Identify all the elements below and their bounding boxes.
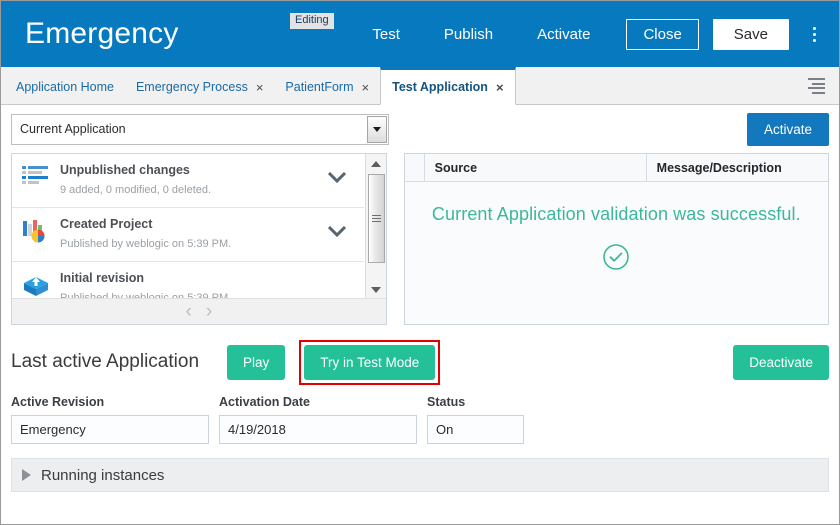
last-active-section: Last active Application Play Try in Test… — [1, 325, 839, 385]
pager-next-icon[interactable]: › — [206, 302, 212, 321]
panels-row: Unpublished changes 9 added, 0 modified,… — [1, 153, 839, 325]
list-item-title: Unpublished changes — [60, 163, 190, 177]
running-instances-label: Running instances — [41, 466, 165, 484]
tab-test-application[interactable]: Test Application × — [380, 67, 516, 105]
play-button-wrap: Play — [227, 344, 286, 380]
header-link-activate[interactable]: Activate — [537, 26, 590, 43]
list-item[interactable]: Unpublished changes 9 added, 0 modified,… — [12, 154, 364, 208]
activate-button[interactable]: Activate — [746, 112, 829, 146]
field-label: Active Revision — [11, 395, 105, 409]
try-in-test-mode-highlight: Try in Test Mode — [299, 339, 441, 385]
validation-panel: Source Message/Description Current Appli… — [403, 153, 829, 325]
tab-label: Application Home — [16, 80, 114, 94]
validation-message: Current Application validation was succe… — [431, 204, 801, 224]
app-header: Emergency Editing Test Publish Activate … — [1, 1, 839, 67]
validation-body: Current Application validation was succe… — [405, 182, 828, 271]
field-active-revision: Active Revision — [11, 395, 209, 444]
status-badge-editing: Editing — [290, 13, 334, 29]
tab-label: Emergency Process — [135, 80, 248, 94]
application-select[interactable]: Current Application — [11, 113, 389, 145]
revisions-panel: Unpublished changes 9 added, 0 modified,… — [11, 153, 387, 325]
active-revision-input[interactable] — [11, 415, 209, 444]
revisions-pager: ‹ › — [12, 298, 386, 324]
field-activation-date: Activation Date — [219, 395, 417, 444]
page-title: Emergency — [25, 17, 179, 50]
fields-row: Active Revision Activation Date Status — [1, 385, 839, 444]
scroll-up-arrow-icon[interactable] — [365, 154, 386, 173]
close-icon[interactable]: × — [362, 81, 370, 94]
triangle-right-icon — [22, 469, 31, 481]
revisions-scrollbar[interactable] — [364, 154, 386, 299]
tab-list-menu-icon[interactable] — [805, 78, 825, 94]
application-window: Emergency Editing Test Publish Activate … — [0, 0, 840, 525]
running-instances-accordion[interactable]: Running instances — [11, 458, 829, 492]
field-label: Activation Date — [219, 395, 310, 409]
list-item-subtitle: 9 added, 0 modified, 0 deleted. — [60, 184, 212, 196]
header-link-publish[interactable]: Publish — [444, 26, 493, 43]
chevron-down-icon[interactable] — [367, 115, 387, 143]
status-input[interactable] — [427, 415, 524, 444]
activation-date-input[interactable] — [219, 415, 417, 444]
tab-emergency-process[interactable]: Emergency Process × — [125, 67, 274, 104]
column-header-blank — [405, 154, 425, 182]
list-lines-icon — [22, 162, 58, 192]
column-header-source: Source — [425, 154, 647, 182]
kebab-menu-icon[interactable] — [805, 23, 823, 45]
chevron-down-icon[interactable] — [327, 172, 346, 183]
try-in-test-mode-button[interactable]: Try in Test Mode — [304, 344, 436, 380]
header-link-test[interactable]: Test — [372, 26, 400, 43]
play-button[interactable]: Play — [227, 344, 286, 380]
pager-prev-icon[interactable]: ‹ — [186, 302, 192, 321]
scroll-down-arrow-icon[interactable] — [365, 280, 386, 299]
close-button[interactable]: Close — [626, 18, 699, 50]
list-item-text: Created Project Published by weblogic on… — [58, 216, 354, 252]
check-circle-icon — [405, 243, 828, 271]
chevron-down-icon[interactable] — [327, 226, 346, 237]
validation-table-header: Source Message/Description — [404, 154, 828, 182]
list-item-text: Unpublished changes 9 added, 0 modified,… — [58, 162, 354, 198]
toolbar: Current Application Activate — [1, 105, 839, 153]
tab-label: Test Application — [392, 80, 488, 94]
list-item-title: Initial revision — [60, 271, 145, 285]
list-item[interactable]: Created Project Published by weblogic on… — [12, 208, 364, 262]
field-status: Status — [427, 395, 524, 444]
application-select-value: Current Application — [20, 122, 126, 136]
save-button[interactable]: Save — [712, 18, 789, 50]
list-item-title: Created Project — [60, 217, 153, 231]
close-icon[interactable]: × — [256, 81, 264, 94]
deactivate-button[interactable]: Deactivate — [733, 344, 829, 380]
last-active-title: Last active Application — [11, 351, 200, 372]
column-header-message: Message/Description — [656, 160, 782, 175]
chart-icon — [22, 216, 58, 248]
field-label: Status — [427, 395, 466, 409]
list-item-subtitle: Published by weblogic on 5:39 PM. — [60, 238, 232, 250]
close-icon[interactable]: × — [496, 81, 504, 94]
revisions-list: Unpublished changes 9 added, 0 modified,… — [12, 154, 364, 316]
tab-application-home[interactable]: Application Home — [5, 67, 125, 104]
tab-bar: Application Home Emergency Process × Pat… — [1, 67, 839, 105]
tab-patientform[interactable]: PatientForm × — [274, 67, 380, 104]
scrollbar-thumb[interactable] — [367, 174, 385, 263]
tab-label: PatientForm — [285, 80, 354, 94]
scrollbar-grip-icon — [371, 213, 381, 224]
